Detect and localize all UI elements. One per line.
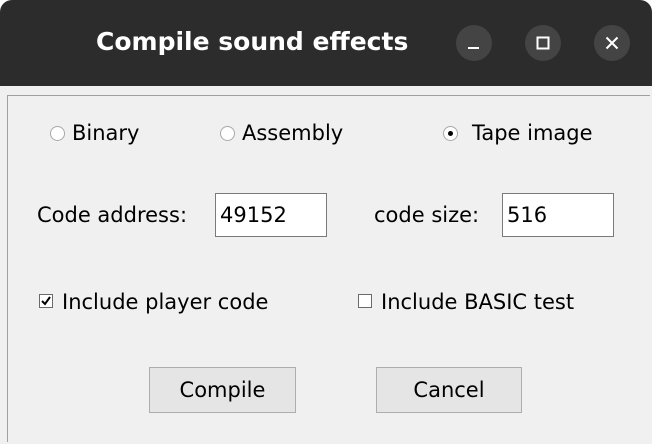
radio-assembly-label[interactable]: Assembly <box>242 119 343 147</box>
include-basic-checkbox[interactable] <box>358 294 372 308</box>
maximize-button[interactable] <box>525 25 561 61</box>
dialog-content <box>7 95 650 442</box>
radio-tape-image-label[interactable]: Tape image <box>472 119 593 147</box>
minimize-icon <box>468 47 479 49</box>
code-address-label: Code address: <box>37 203 188 227</box>
code-size-field[interactable]: 516 <box>502 193 614 237</box>
close-button[interactable] <box>594 25 630 61</box>
window-title: Compile sound effects <box>96 27 409 56</box>
radio-assembly[interactable] <box>220 126 235 141</box>
title-bar[interactable]: Compile sound effects <box>0 0 652 86</box>
radio-tape-image[interactable] <box>443 126 458 141</box>
minimize-button[interactable] <box>456 25 492 61</box>
radio-binary-label[interactable]: Binary <box>72 119 139 147</box>
include-basic-label[interactable]: Include BASIC test <box>381 288 574 316</box>
cancel-button[interactable]: Cancel <box>376 367 522 413</box>
compile-button[interactable]: Compile <box>149 367 296 413</box>
include-player-checkbox[interactable] <box>39 294 53 308</box>
checkmark-icon <box>41 296 51 306</box>
close-icon <box>605 36 619 50</box>
code-size-label: code size: <box>374 203 480 227</box>
radio-binary[interactable] <box>50 126 65 141</box>
compile-dialog-window: Compile sound effects Binary Assembly Ta… <box>0 0 652 444</box>
maximize-icon <box>536 36 550 50</box>
include-player-label[interactable]: Include player code <box>62 288 268 316</box>
code-address-field[interactable]: 49152 <box>215 193 327 237</box>
